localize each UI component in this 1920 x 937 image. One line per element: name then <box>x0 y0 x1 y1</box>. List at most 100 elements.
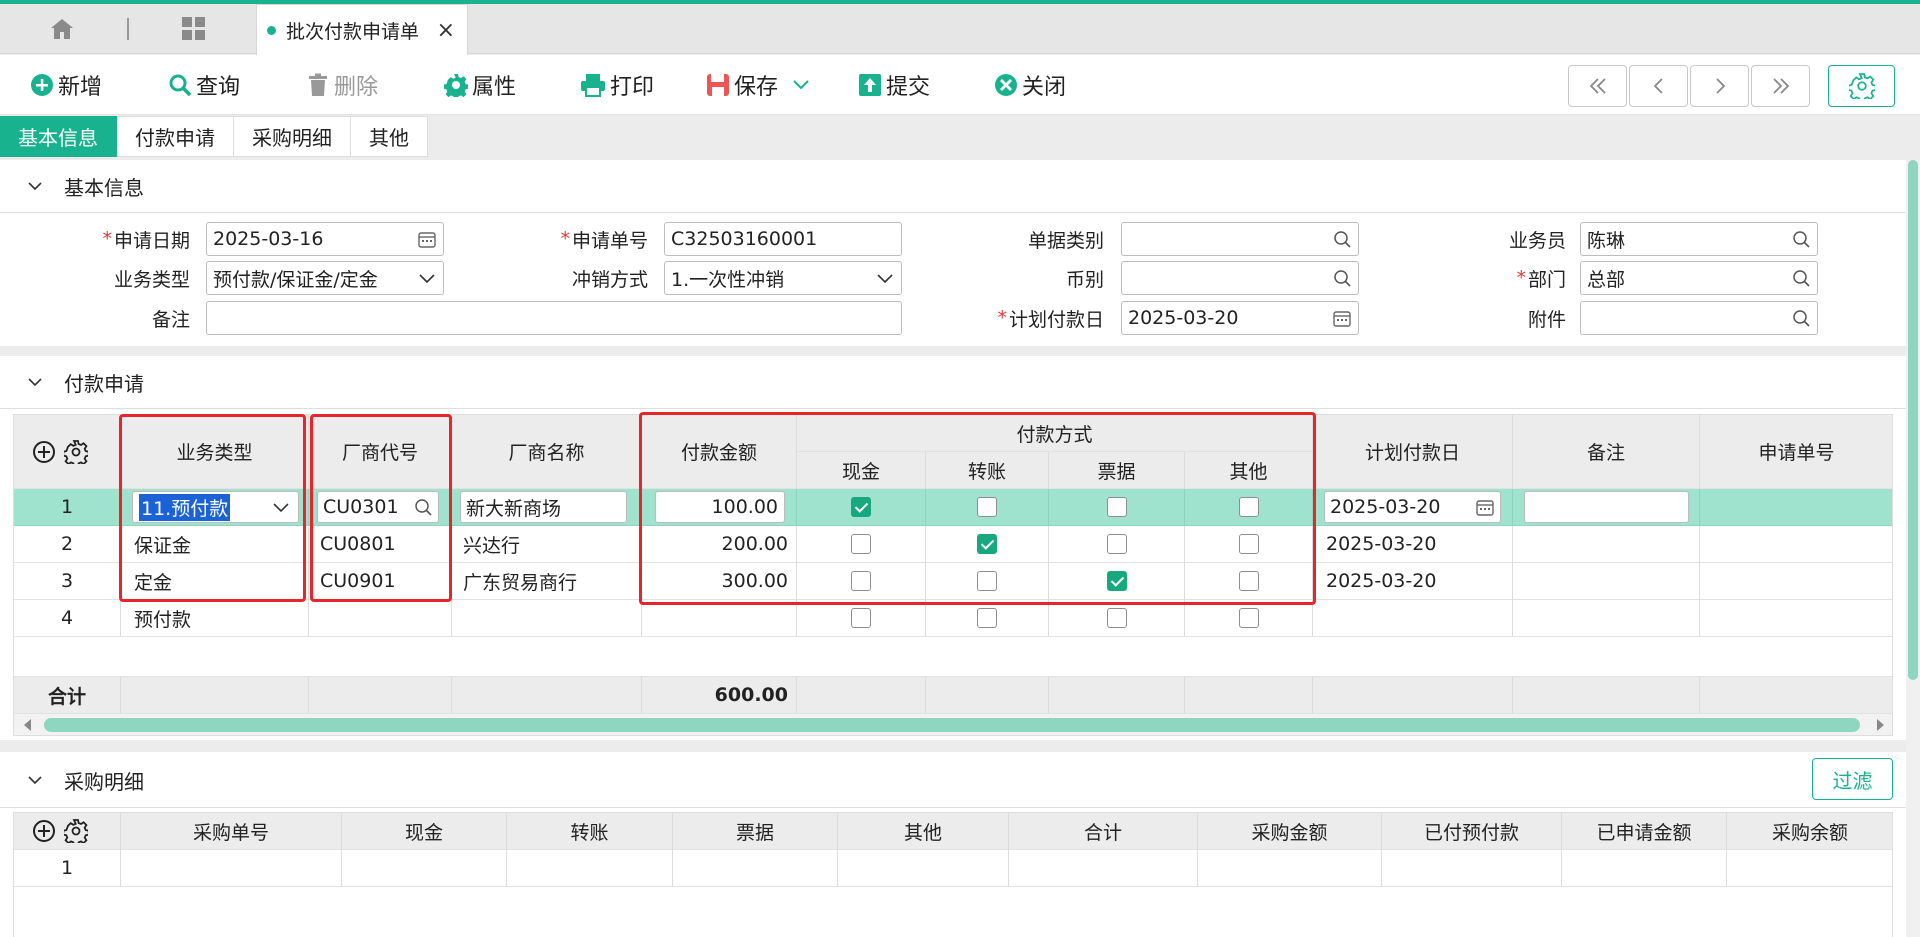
chevron-down-icon[interactable] <box>792 79 810 91</box>
cash-checkbox[interactable] <box>851 608 871 628</box>
amount-cell[interactable] <box>642 600 797 637</box>
vendor-code-cell[interactable] <box>309 600 452 637</box>
scroll-thumb[interactable] <box>44 718 1860 732</box>
col-cash[interactable]: 现金 <box>342 813 507 850</box>
plus-circle-icon[interactable] <box>32 819 56 843</box>
next-record-button[interactable] <box>1690 65 1749 107</box>
currency-field[interactable] <box>1121 261 1359 295</box>
col-remark[interactable]: 备注 <box>1513 415 1700 489</box>
cash-cell[interactable] <box>342 850 507 887</box>
submit-button[interactable]: 提交 <box>858 69 930 101</box>
bill-checkbox[interactable] <box>1106 608 1127 628</box>
total-cell[interactable] <box>1009 850 1198 887</box>
dept-field[interactable]: 总部 <box>1580 261 1818 295</box>
properties-button[interactable]: 属性 <box>444 69 516 101</box>
horizontal-scrollbar[interactable] <box>14 714 1892 735</box>
query-button[interactable]: 查询 <box>168 69 240 101</box>
tab-basic-info[interactable]: 基本信息 <box>0 116 117 157</box>
col-bill[interactable]: 票据 <box>673 813 838 850</box>
arrow-right-icon[interactable] <box>1876 718 1886 732</box>
remark-cell[interactable] <box>1513 563 1700 600</box>
search-icon[interactable] <box>1333 230 1351 248</box>
remark-cell[interactable] <box>1513 526 1700 563</box>
plan-date-field[interactable]: 2025-03-20 <box>1121 301 1359 335</box>
filter-button[interactable]: 过滤 <box>1812 758 1893 800</box>
col-purchase-amount[interactable]: 采购金额 <box>1198 813 1382 850</box>
vertical-scrollbar[interactable] <box>1906 160 1920 937</box>
save-button[interactable]: 保存 <box>706 69 814 101</box>
last-record-button[interactable] <box>1751 65 1810 107</box>
remark-field[interactable] <box>206 301 902 335</box>
col-vendor-name[interactable]: 厂商名称 <box>452 415 642 489</box>
vendor-name-cell[interactable] <box>452 600 642 637</box>
add-button[interactable]: 新增 <box>30 69 102 101</box>
plan-date-cell[interactable]: 2025-03-20 <box>1313 563 1513 600</box>
table-row[interactable]: 1 <box>14 850 1892 887</box>
remark-cell[interactable] <box>1513 600 1700 637</box>
vendor-name-input[interactable]: 新大新商场 <box>460 491 627 523</box>
close-icon[interactable]: × <box>437 18 455 43</box>
calendar-icon[interactable] <box>418 230 436 248</box>
gear-icon[interactable] <box>64 439 88 464</box>
tab-other[interactable]: 其他 <box>351 116 428 157</box>
grid-menu-icon[interactable] <box>174 4 214 54</box>
chevron-down-icon[interactable] <box>876 269 894 287</box>
balance-cell[interactable] <box>1727 850 1892 887</box>
col-plan-date[interactable]: 计划付款日 <box>1313 415 1513 489</box>
transfer-cell[interactable] <box>507 850 673 887</box>
col-total[interactable]: 合计 <box>1009 813 1198 850</box>
tab-batch-payment[interactable]: 批次付款申请单 × <box>256 4 468 55</box>
writeoff-select[interactable]: 1.一次性冲销 <box>664 261 902 295</box>
plan-date-cell[interactable] <box>1313 600 1513 637</box>
search-icon[interactable] <box>1792 230 1810 248</box>
arrow-left-icon[interactable] <box>22 718 32 732</box>
delete-button[interactable]: 删除 <box>306 69 378 101</box>
first-record-button[interactable] <box>1568 65 1627 107</box>
col-purchase-no[interactable]: 采购单号 <box>121 813 342 850</box>
biz-type-select[interactable]: 预付款/保证金/定金 <box>206 261 444 295</box>
salesman-field[interactable]: 陈琳 <box>1580 222 1818 256</box>
apply-date-field[interactable]: 2025-03-16 <box>206 222 444 256</box>
apply-no-field[interactable]: C32503160001 <box>664 222 902 256</box>
other-cell[interactable] <box>838 850 1009 887</box>
vendor-name-cell[interactable]: 兴达行 <box>452 526 642 563</box>
col-applied-amount[interactable]: 已申请金额 <box>1562 813 1727 850</box>
plan-date-cell[interactable]: 2025-03-20 <box>1313 526 1513 563</box>
purchase-detail-header[interactable]: 采购明细 <box>0 752 144 808</box>
tab-purchase-detail[interactable]: 采购明细 <box>234 116 351 157</box>
settings-button[interactable] <box>1828 65 1895 107</box>
col-transfer[interactable]: 转账 <box>507 813 673 850</box>
search-icon[interactable] <box>1792 309 1810 327</box>
purchase-no-cell[interactable] <box>121 850 342 887</box>
print-button[interactable]: 打印 <box>580 69 654 101</box>
biz-type-cell[interactable]: 预付款 <box>121 600 309 637</box>
calendar-icon[interactable] <box>1333 309 1351 327</box>
bill-cell[interactable] <box>673 850 838 887</box>
col-balance[interactable]: 采购余额 <box>1727 813 1892 850</box>
plan-date-input[interactable]: 2025-03-20 <box>1324 491 1501 523</box>
table-row[interactable]: 4 预付款 <box>14 600 1892 637</box>
search-icon[interactable] <box>1333 269 1351 287</box>
prev-record-button[interactable] <box>1629 65 1688 107</box>
col-apply-no[interactable]: 申请单号 <box>1700 415 1892 489</box>
chevron-down-icon[interactable] <box>418 269 436 287</box>
doc-type-field[interactable] <box>1121 222 1359 256</box>
attach-field[interactable] <box>1580 301 1818 335</box>
remark-input[interactable] <box>1524 491 1689 523</box>
transfer-checkbox[interactable] <box>977 608 997 628</box>
scroll-thumb[interactable] <box>1908 160 1918 680</box>
plus-circle-icon[interactable] <box>32 440 56 464</box>
col-other[interactable]: 其他 <box>838 813 1009 850</box>
prepaid-cell[interactable] <box>1382 850 1562 887</box>
payment-request-header[interactable]: 付款申请 <box>0 356 144 408</box>
close-button[interactable]: 关闭 <box>994 69 1066 101</box>
vendor-name-cell[interactable]: 广东贸易商行 <box>452 563 642 600</box>
basic-info-header[interactable]: 基本信息 <box>0 160 144 212</box>
other-checkbox[interactable] <box>1238 608 1259 628</box>
calendar-icon[interactable] <box>1476 498 1494 516</box>
applied-amount-cell[interactable] <box>1562 850 1727 887</box>
search-icon[interactable] <box>1792 269 1810 287</box>
gear-icon[interactable] <box>64 819 88 843</box>
purchase-amount-cell[interactable] <box>1198 850 1382 887</box>
home-icon[interactable] <box>42 4 82 54</box>
